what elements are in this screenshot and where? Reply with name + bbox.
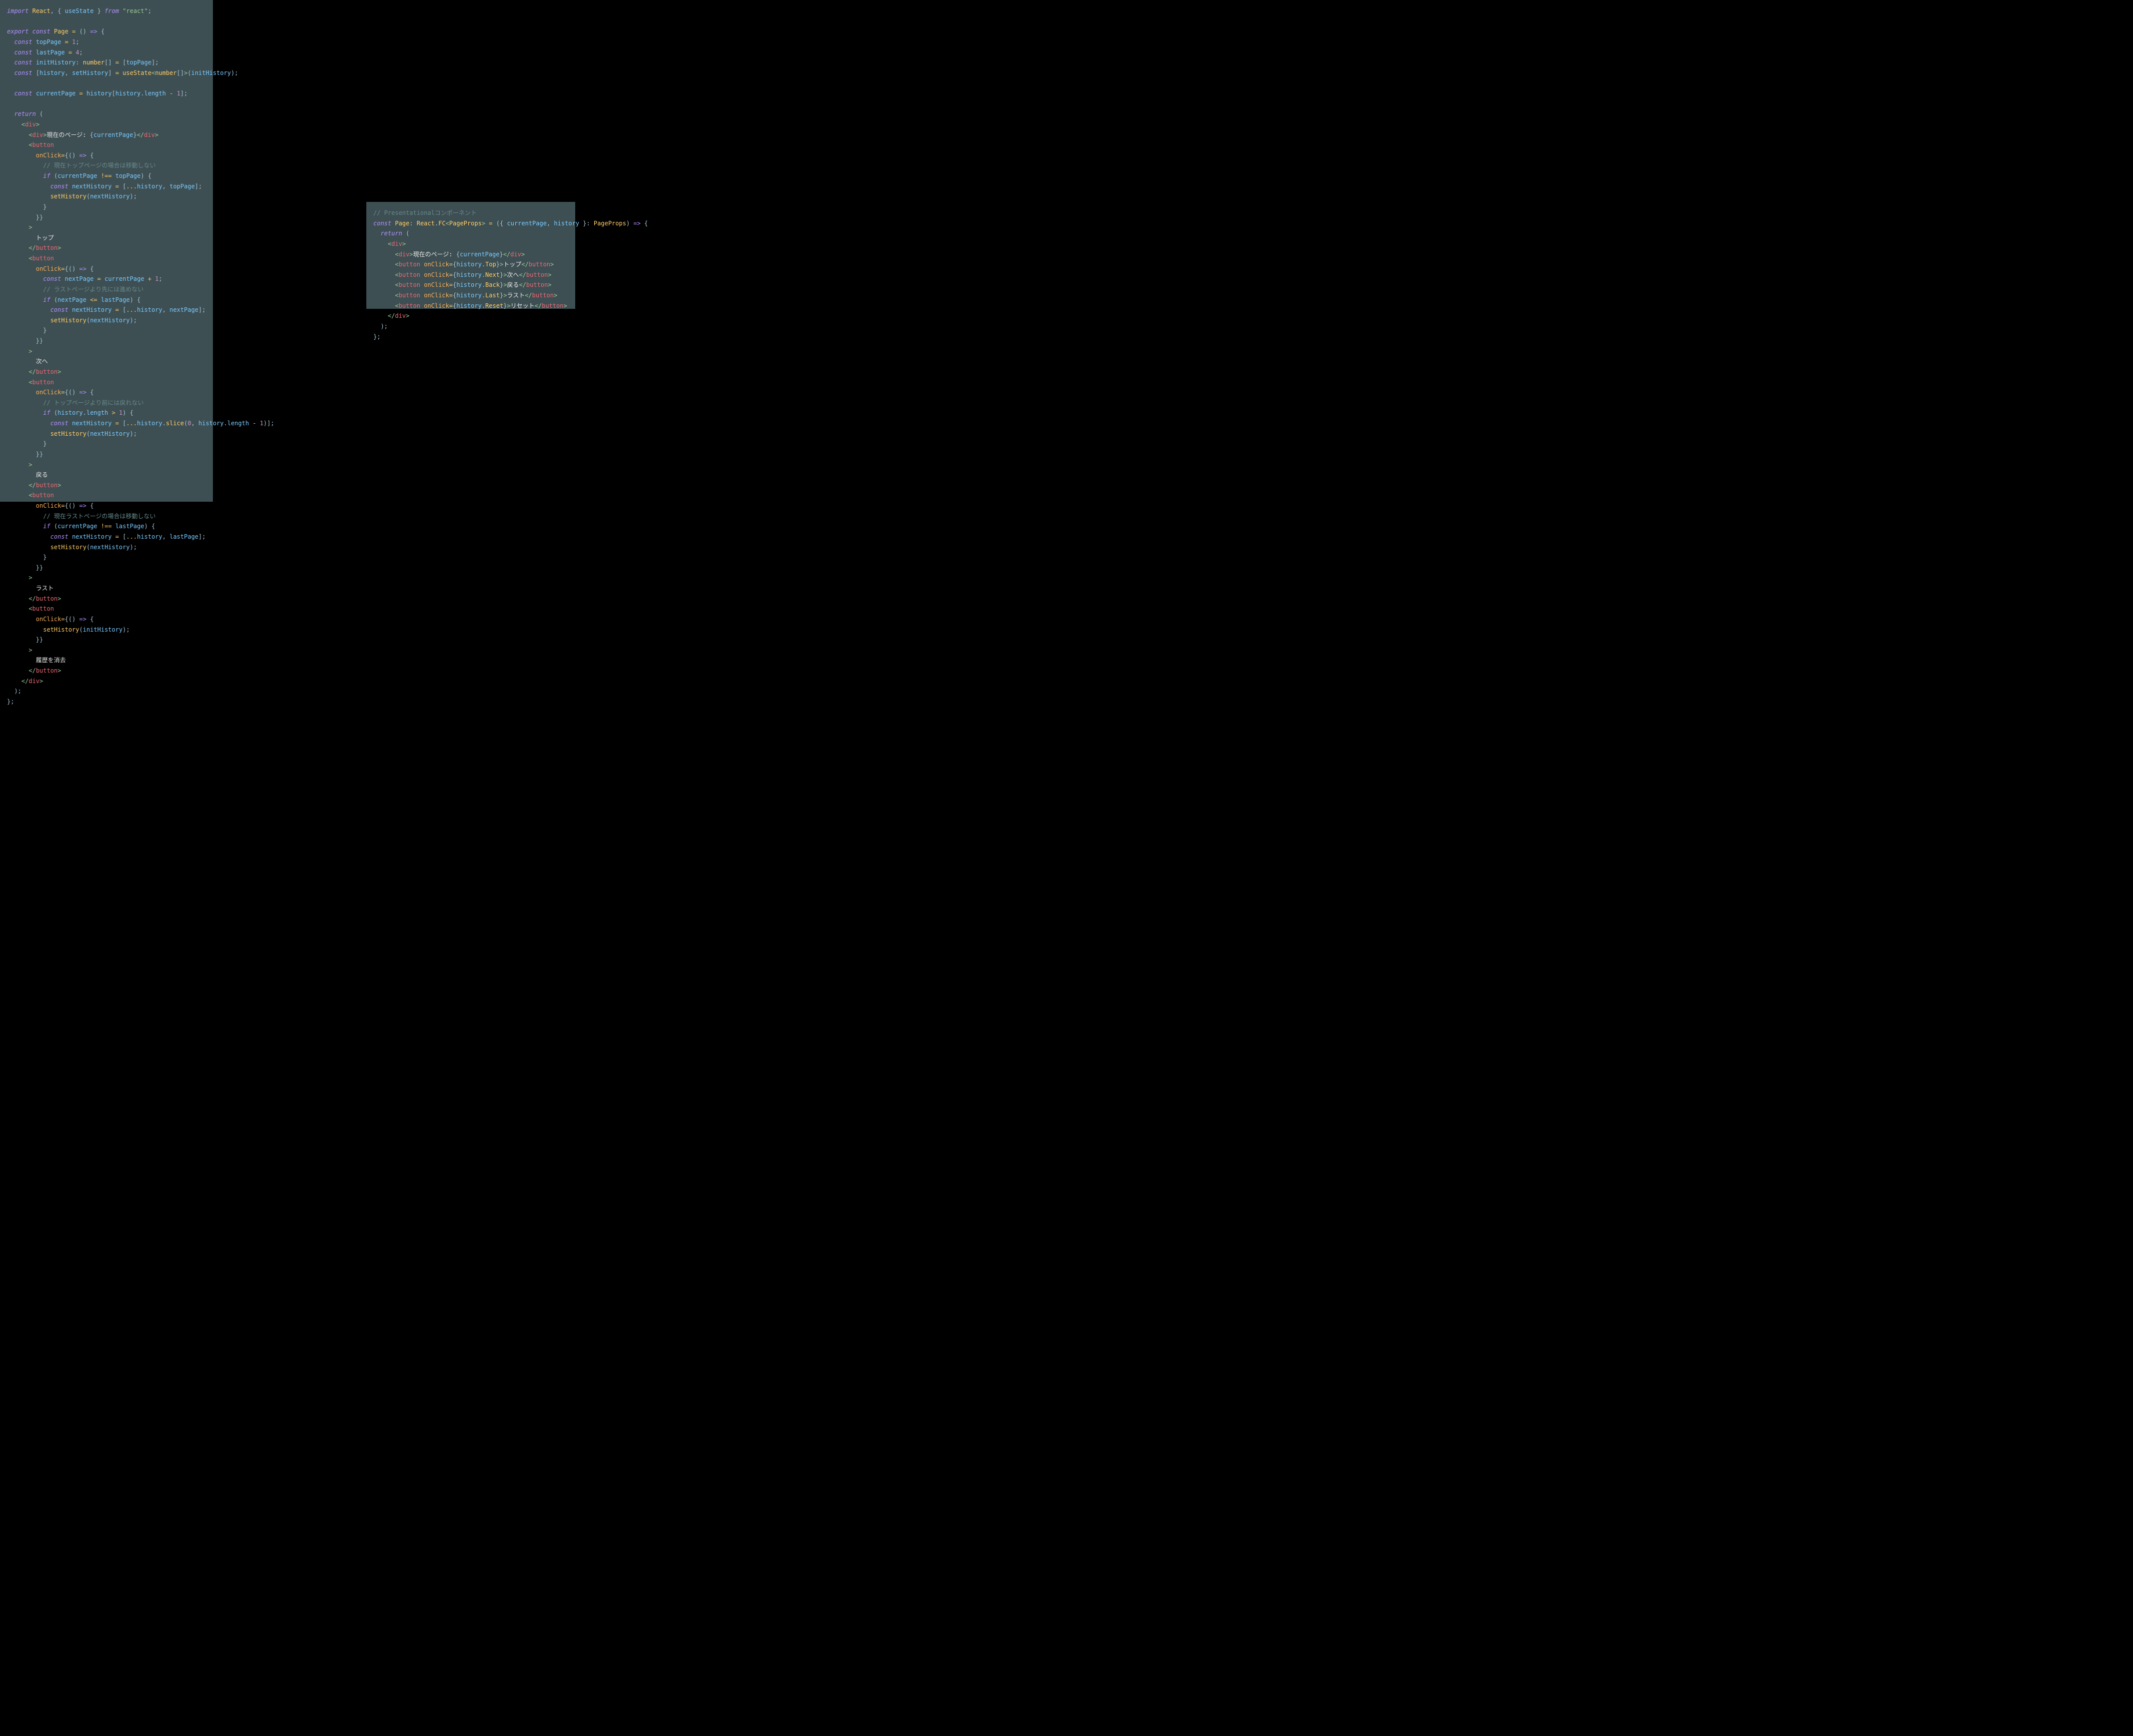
- code-line: // 現在トップページの場合は移動しない: [7, 162, 156, 169]
- button-back-label: 戻る: [36, 471, 48, 478]
- code-line: <button: [7, 605, 54, 612]
- code-line: </button>: [7, 482, 61, 489]
- code-line: }: [7, 203, 46, 210]
- code-line: if (currentPage !== topPage) {: [7, 172, 151, 179]
- code-line: <button onClick={history.Back}>戻る</butto…: [373, 281, 551, 288]
- code-line: const initHistory: number[] = [topPage];: [7, 59, 159, 66]
- code-line: if (currentPage !== lastPage) {: [7, 523, 155, 530]
- code-line: >: [7, 574, 32, 581]
- page-root: import React, { useState } from "react";…: [0, 0, 618, 503]
- code-line: トップ: [7, 234, 54, 241]
- code-line: const nextPage = currentPage + 1;: [7, 275, 162, 282]
- comment-last-guard: // ラストページより先には進めない: [43, 286, 143, 293]
- code-line: }}: [7, 636, 43, 643]
- code-line: setHistory(nextHistory);: [7, 317, 137, 324]
- code-line: <button onClick={history.Top}>トップ</butto…: [373, 261, 554, 268]
- code-line: onClick={() => {: [7, 616, 93, 623]
- code-line: ラスト: [7, 585, 54, 592]
- code-line: if (history.length > 1) {: [7, 409, 133, 416]
- code-line: }}: [7, 337, 43, 344]
- code-line: onClick={() => {: [7, 152, 93, 159]
- button-top-label: トップ: [36, 234, 54, 241]
- code-line: <div>: [7, 121, 39, 128]
- code-line: );: [7, 688, 21, 695]
- code-line: const nextHistory = [...history.slice(0,…: [7, 420, 274, 427]
- code-line: <button: [7, 492, 54, 499]
- code-line: onClick={() => {: [7, 389, 93, 396]
- code-line: <div>現在のページ: {currentPage}</div>: [373, 251, 525, 258]
- code-line: const nextHistory = [...history, lastPag…: [7, 533, 205, 540]
- code-line: const [history, setHistory] = useState<n…: [7, 69, 238, 76]
- button-back-label: 戻る: [507, 281, 519, 288]
- text-current-page-label: 現在のページ:: [47, 131, 90, 138]
- code-line: // ラストページより先には進めない: [7, 286, 143, 293]
- code-line: export const Page = () => {: [7, 28, 104, 35]
- code-line: import React, { useState } from "react";: [7, 7, 151, 14]
- code-line: <button: [7, 379, 54, 386]
- code-line: <button onClick={history.Next}>次へ</butto…: [373, 271, 551, 278]
- code-line: <button: [7, 255, 54, 262]
- code-line: >: [7, 224, 32, 231]
- code-line: }: [7, 327, 46, 334]
- code-line: 履歴を消去: [7, 657, 66, 664]
- code-line: // 現在ラストページの場合は移動しない: [7, 513, 155, 520]
- code-line: </div>: [373, 312, 409, 319]
- code-line: const lastPage = 4;: [7, 49, 83, 56]
- code-line: }: [7, 554, 46, 561]
- code-line: <button onClick={history.Last}>ラスト</butt…: [373, 292, 557, 299]
- code-line: // Presentationalコンポーネント: [373, 209, 477, 216]
- code-line: }}: [7, 451, 43, 458]
- button-next-label: 次へ: [507, 271, 519, 278]
- code-line: const topPage = 1;: [7, 38, 79, 45]
- code-line: </button>: [7, 368, 61, 375]
- code-line: };: [373, 333, 380, 340]
- code-line: <div>: [373, 240, 406, 247]
- code-line: );: [373, 323, 388, 330]
- button-next-label: 次へ: [36, 358, 48, 365]
- code-line: setHistory(nextHistory);: [7, 430, 137, 437]
- code-line: </button>: [7, 595, 61, 602]
- comment-top-guard: // 現在トップページの場合は移動しない: [43, 162, 155, 169]
- code-line: return (: [7, 110, 43, 117]
- code-line: return (: [373, 230, 409, 237]
- code-line: }: [7, 440, 46, 447]
- code-line: 戻る: [7, 471, 48, 478]
- code-block-left: import React, { useState } from "react";…: [0, 0, 213, 502]
- code-line: setHistory(nextHistory);: [7, 193, 137, 200]
- code-line: const nextHistory = [...history, topPage…: [7, 183, 202, 190]
- comment-lastpage-guard: // 現在ラストページの場合は移動しない: [43, 513, 155, 520]
- code-line: <div>現在のページ: {currentPage}</div>: [7, 131, 158, 138]
- code-line: <button: [7, 141, 54, 148]
- button-last-label: ラスト: [36, 585, 54, 592]
- code-block-right: // Presentationalコンポーネント const Page: Rea…: [366, 202, 575, 309]
- comment-presentational: // Presentationalコンポーネント: [373, 209, 477, 216]
- code-line: onClick={() => {: [7, 265, 93, 272]
- code-line: setHistory(nextHistory);: [7, 544, 137, 551]
- code-line: if (nextPage <= lastPage) {: [7, 296, 140, 303]
- code-line: // トップページより前には戻れない: [7, 399, 143, 406]
- code-line: }}: [7, 564, 43, 571]
- text-current-page-label: 現在のページ:: [413, 251, 456, 258]
- code-line: const nextHistory = [...history, nextPag…: [7, 306, 205, 313]
- code-line: >: [7, 461, 32, 468]
- code-line: onClick={() => {: [7, 502, 93, 509]
- button-reset-label: 履歴を消去: [36, 657, 66, 664]
- code-line: 次へ: [7, 358, 48, 365]
- code-line: <button onClick={history.Reset}>リセット</bu…: [373, 302, 567, 309]
- code-line: </button>: [7, 244, 61, 251]
- comment-back-guard: // トップページより前には戻れない: [43, 399, 143, 406]
- code-line: </button>: [7, 667, 61, 674]
- code-line: setHistory(initHistory);: [7, 626, 130, 633]
- code-line: const Page: React.FC<PageProps> = ({ cur…: [373, 220, 648, 227]
- code-line: >: [7, 647, 32, 654]
- button-reset-label: リセット: [511, 302, 535, 309]
- button-last-label: ラスト: [507, 292, 525, 299]
- button-top-label: トップ: [503, 261, 521, 268]
- code-line: </div>: [7, 678, 43, 685]
- code-line: const currentPage = history[history.leng…: [7, 90, 187, 97]
- code-line: };: [7, 698, 14, 705]
- code-line: }}: [7, 214, 43, 221]
- code-line: >: [7, 348, 32, 355]
